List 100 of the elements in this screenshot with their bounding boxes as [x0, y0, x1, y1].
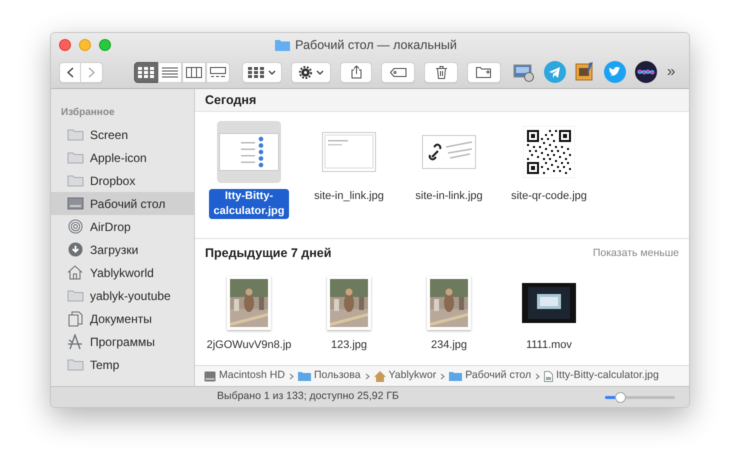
file-name: 234.jpg: [430, 338, 468, 353]
paper-plane-app-icon[interactable]: [544, 61, 566, 83]
file-name: site-in_link.jpg: [313, 189, 385, 204]
file-name: Itty-Bitty-calculator.jpg: [209, 189, 289, 219]
sidebar-item[interactable]: Dropbox: [51, 169, 194, 192]
sidebar-item[interactable]: Программы: [51, 330, 194, 353]
sidebar-item[interactable]: yablyk-youtube: [51, 284, 194, 307]
section-title: Предыдущие 7 дней: [205, 245, 332, 262]
chevron-down-icon: [268, 70, 276, 74]
file-item[interactable]: 234.jpg: [399, 274, 499, 365]
sidebar-label: Загрузки: [90, 242, 138, 258]
chevron-right-icon: [88, 66, 95, 78]
gallery-icon: [210, 66, 226, 78]
qr-code-thumbnail: [523, 126, 575, 178]
path-item[interactable]: Itty-Bitty-calculator.jpg: [544, 368, 659, 384]
window-title: Рабочий стол — локальный: [295, 36, 457, 54]
file-item[interactable]: 2jGOWuvV9n8.jp: [199, 274, 299, 365]
path-item[interactable]: Macintosh HD: [204, 368, 285, 384]
list-icon: [162, 66, 178, 78]
sidebar-item[interactable]: Screen: [51, 123, 194, 146]
bird-app-icon[interactable]: [604, 61, 626, 83]
preview-app-icon[interactable]: [513, 62, 535, 82]
chevron-right-icon: [288, 372, 294, 380]
tag-button[interactable]: [381, 62, 415, 82]
share-button[interactable]: [340, 62, 372, 82]
folder-icon: [66, 151, 84, 164]
trash-icon: [436, 66, 446, 78]
file-name: site-qr-code.jpg: [510, 189, 588, 204]
chevron-right-icon: [364, 372, 370, 380]
folder-icon: [66, 128, 84, 141]
new-folder-button[interactable]: [467, 62, 501, 82]
file-name: 123.jpg: [330, 338, 368, 353]
sidebar-section-title: Избранное: [60, 106, 116, 120]
sidebar-item[interactable]: Temp: [51, 353, 194, 376]
new-folder-icon: [476, 66, 492, 78]
home-icon: [374, 370, 386, 382]
section-title: Сегодня: [205, 92, 256, 109]
sidebar-item[interactable]: AirDrop: [51, 215, 194, 238]
icon-size-slider[interactable]: [605, 391, 675, 403]
sidebar-item[interactable]: Документы: [51, 307, 194, 330]
file-item[interactable]: site-in_link.jpg: [299, 121, 399, 238]
path-item[interactable]: Yablykwor: [374, 368, 436, 384]
calculator-screenshot-thumbnail: [219, 133, 279, 171]
file-item[interactable]: site-in-link.jpg: [399, 121, 499, 238]
folder-icon: [66, 174, 84, 187]
webpage-screenshot-thumbnail: [322, 132, 376, 172]
folder-icon: [66, 358, 84, 371]
share-icon: [350, 65, 362, 79]
airdrop-icon: [68, 219, 82, 234]
sidebar-label: Screen: [90, 126, 128, 144]
sidebar-label: Temp: [90, 356, 120, 374]
sidebar-item[interactable]: Рабочий стол: [51, 192, 194, 215]
view-mode-button[interactable]: [134, 62, 158, 82]
file-name: site-in-link.jpg: [414, 189, 484, 204]
path-item[interactable]: Пользова: [298, 368, 361, 384]
tag-icon: [390, 68, 406, 76]
link-screenshot-thumbnail: [422, 135, 476, 169]
sidebar-item[interactable]: Apple-icon: [51, 146, 194, 169]
file-icon: [544, 370, 554, 382]
folder-icon: [298, 371, 311, 381]
file-item[interactable]: 123.jpg: [299, 274, 399, 365]
chevron-right-icon: [440, 372, 446, 380]
toolbar-overflow-button[interactable]: »: [667, 60, 676, 84]
folder-icon: [275, 39, 290, 51]
sidebar-label: Документы: [90, 310, 152, 328]
chevron-down-icon: [316, 70, 324, 74]
columns-icon: [186, 66, 202, 78]
photo-editor-app-icon[interactable]: [575, 61, 595, 83]
sidebar-label: AirDrop: [90, 218, 131, 236]
gear-icon: [298, 66, 312, 78]
sidebar-label: yablyk-youtube: [90, 288, 171, 304]
grid-icon: [248, 66, 264, 78]
file-item[interactable]: Itty-Bitty-calculator.jpg: [199, 121, 299, 238]
desktop-folder-icon: [66, 197, 84, 210]
documents-icon: [68, 310, 82, 326]
download-icon: [68, 242, 82, 257]
close-button[interactable]: [59, 39, 71, 51]
sidebar-label: Программы: [90, 334, 155, 350]
folder-icon: [66, 289, 84, 302]
trash-button[interactable]: [424, 62, 458, 82]
path-item[interactable]: Рабочий стол: [449, 368, 532, 384]
sidebar-label: Рабочий стол: [90, 196, 166, 212]
chevron-right-icon: [535, 372, 540, 380]
chevron-left-icon: [66, 66, 74, 78]
show-less-link[interactable]: Показать меньше: [592, 246, 679, 262]
group-button[interactable]: [242, 62, 282, 82]
home-icon: [67, 265, 83, 280]
file-name: 1111.mov: [525, 338, 573, 353]
back-button[interactable]: [59, 62, 81, 82]
grid-icon: [138, 66, 154, 78]
action-button[interactable]: [291, 62, 331, 82]
sidebar-item[interactable]: Загрузки: [51, 238, 194, 261]
status-text: Выбрано 1 из 133; доступно 25,92 ГБ: [216, 389, 400, 404]
sidebar-item[interactable]: Yablykworld: [51, 261, 194, 284]
file-item[interactable]: site-qr-code.jpg: [499, 121, 599, 238]
file-name: 2jGOWuvV9n8.jp: [206, 338, 292, 353]
sidebar-label: Dropbox: [90, 172, 136, 190]
orb-app-icon[interactable]: [635, 61, 657, 83]
file-item[interactable]: 1111.mov: [499, 274, 599, 365]
applications-icon: [67, 334, 83, 350]
